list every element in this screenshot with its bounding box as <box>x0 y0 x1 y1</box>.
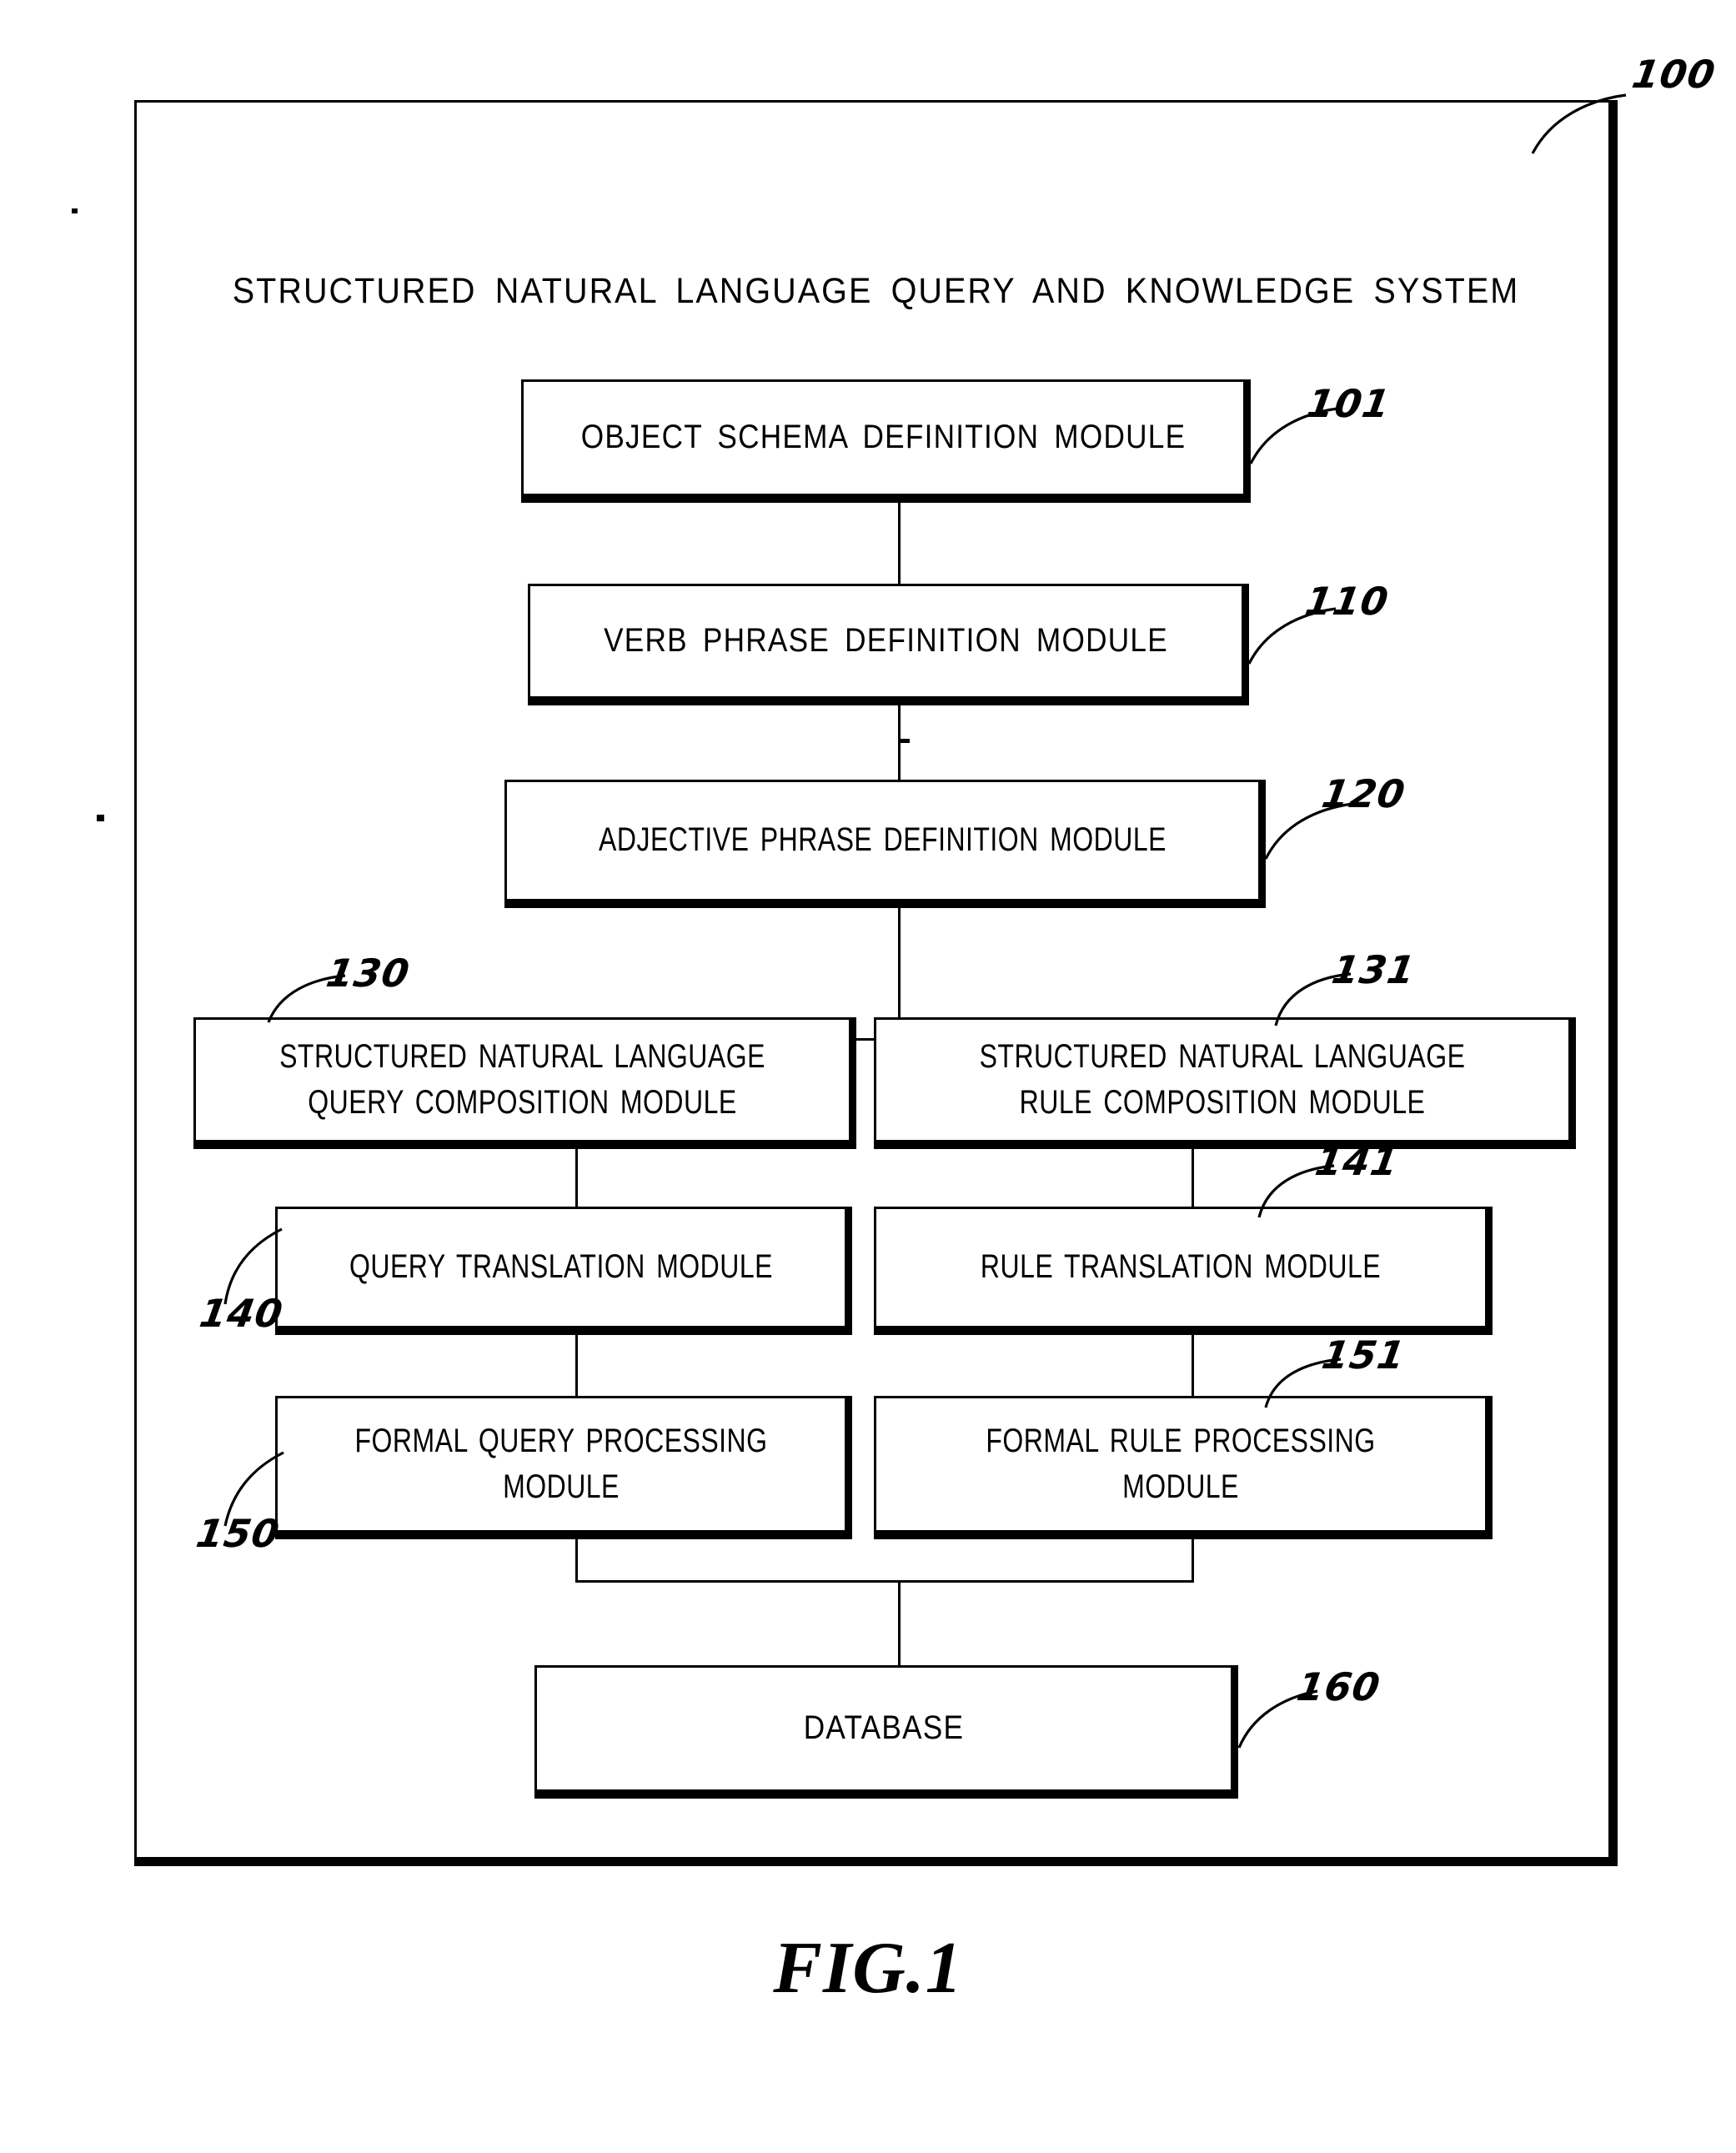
scan-speckle <box>72 208 78 213</box>
module-adjective-phrase-definition[interactable]: ADJECTIVE PHRASE DEFINITION MODULE <box>504 780 1266 908</box>
merge-riser-right <box>1192 1539 1194 1583</box>
ref-numeral-110: 110 <box>1302 579 1392 624</box>
module-formal-query-processing[interactable]: FORMAL QUERY PROCESSING MODULE <box>275 1396 852 1539</box>
module-verb-phrase-definition[interactable]: VERB PHRASE DEFINITION MODULE <box>528 584 1249 705</box>
module-label-snl-rule-composition: STRUCTURED NATURAL LANGUAGE RULE COMPOSI… <box>979 1037 1466 1121</box>
module-label-formal-rule-processing: FORMAL RULE PROCESSING MODULE <box>986 1422 1376 1505</box>
patent-figure-page: 100 STRUCTURED NATURAL LANGUAGE QUERY AN… <box>0 0 1736 2153</box>
module-formal-rule-processing[interactable]: FORMAL RULE PROCESSING MODULE <box>874 1396 1493 1539</box>
merge-bus-horizontal <box>575 1580 1194 1583</box>
scan-speckle <box>97 815 104 821</box>
connector-141-151 <box>1192 1335 1194 1396</box>
connector-130-140 <box>575 1149 578 1209</box>
module-label-snl-query-composition: STRUCTURED NATURAL LANGUAGE QUERY COMPOS… <box>279 1037 765 1121</box>
ref-numeral-151: 151 <box>1318 1332 1409 1378</box>
connector-110-120 <box>898 702 901 792</box>
module-query-translation[interactable]: QUERY TRANSLATION MODULE <box>275 1207 852 1335</box>
connector-131-141 <box>1192 1149 1194 1209</box>
module-label-database: DATABASE <box>803 1709 965 1747</box>
module-label-rule-translation: RULE TRANSLATION MODULE <box>980 1248 1382 1286</box>
ref-numeral-141: 141 <box>1312 1139 1402 1184</box>
system-title: STRUCTURED NATURAL LANGUAGE QUERY AND KN… <box>232 271 1520 311</box>
module-object-schema-definition[interactable]: OBJECT SCHEMA DEFINITION MODULE <box>521 379 1251 503</box>
module-rule-translation[interactable]: RULE TRANSLATION MODULE <box>874 1207 1493 1335</box>
ref-numeral-101: 101 <box>1303 381 1394 426</box>
module-label-query-translation: QUERY TRANSLATION MODULE <box>349 1248 773 1286</box>
ref-numeral-160: 160 <box>1293 1664 1384 1709</box>
module-database[interactable]: DATABASE <box>534 1665 1238 1799</box>
module-snl-rule-composition[interactable]: STRUCTURED NATURAL LANGUAGE RULE COMPOSI… <box>874 1017 1576 1149</box>
ref-numeral-150: 150 <box>193 1511 283 1556</box>
module-label-verb-phrase-definition: VERB PHRASE DEFINITION MODULE <box>604 622 1168 660</box>
ref-numeral-131: 131 <box>1328 947 1419 992</box>
module-label-formal-query-processing: FORMAL QUERY PROCESSING MODULE <box>354 1422 768 1505</box>
module-label-adjective-phrase-definition: ADJECTIVE PHRASE DEFINITION MODULE <box>599 821 1167 859</box>
figure-caption: FIG.1 <box>773 1928 963 2009</box>
scan-speckle <box>900 739 910 743</box>
ref-numeral-140: 140 <box>196 1291 287 1336</box>
connector-140-150 <box>575 1335 578 1396</box>
merge-riser-left <box>575 1539 578 1583</box>
module-label-object-schema-definition: OBJECT SCHEMA DEFINITION MODULE <box>580 419 1187 456</box>
module-snl-query-composition[interactable]: STRUCTURED NATURAL LANGUAGE QUERY COMPOS… <box>193 1017 856 1149</box>
ref-numeral-100: 100 <box>1628 52 1719 97</box>
connector-merge-database <box>898 1580 901 1665</box>
ref-numeral-120: 120 <box>1318 771 1409 816</box>
connector-101-110 <box>898 500 901 590</box>
ref-numeral-130: 130 <box>323 951 414 996</box>
